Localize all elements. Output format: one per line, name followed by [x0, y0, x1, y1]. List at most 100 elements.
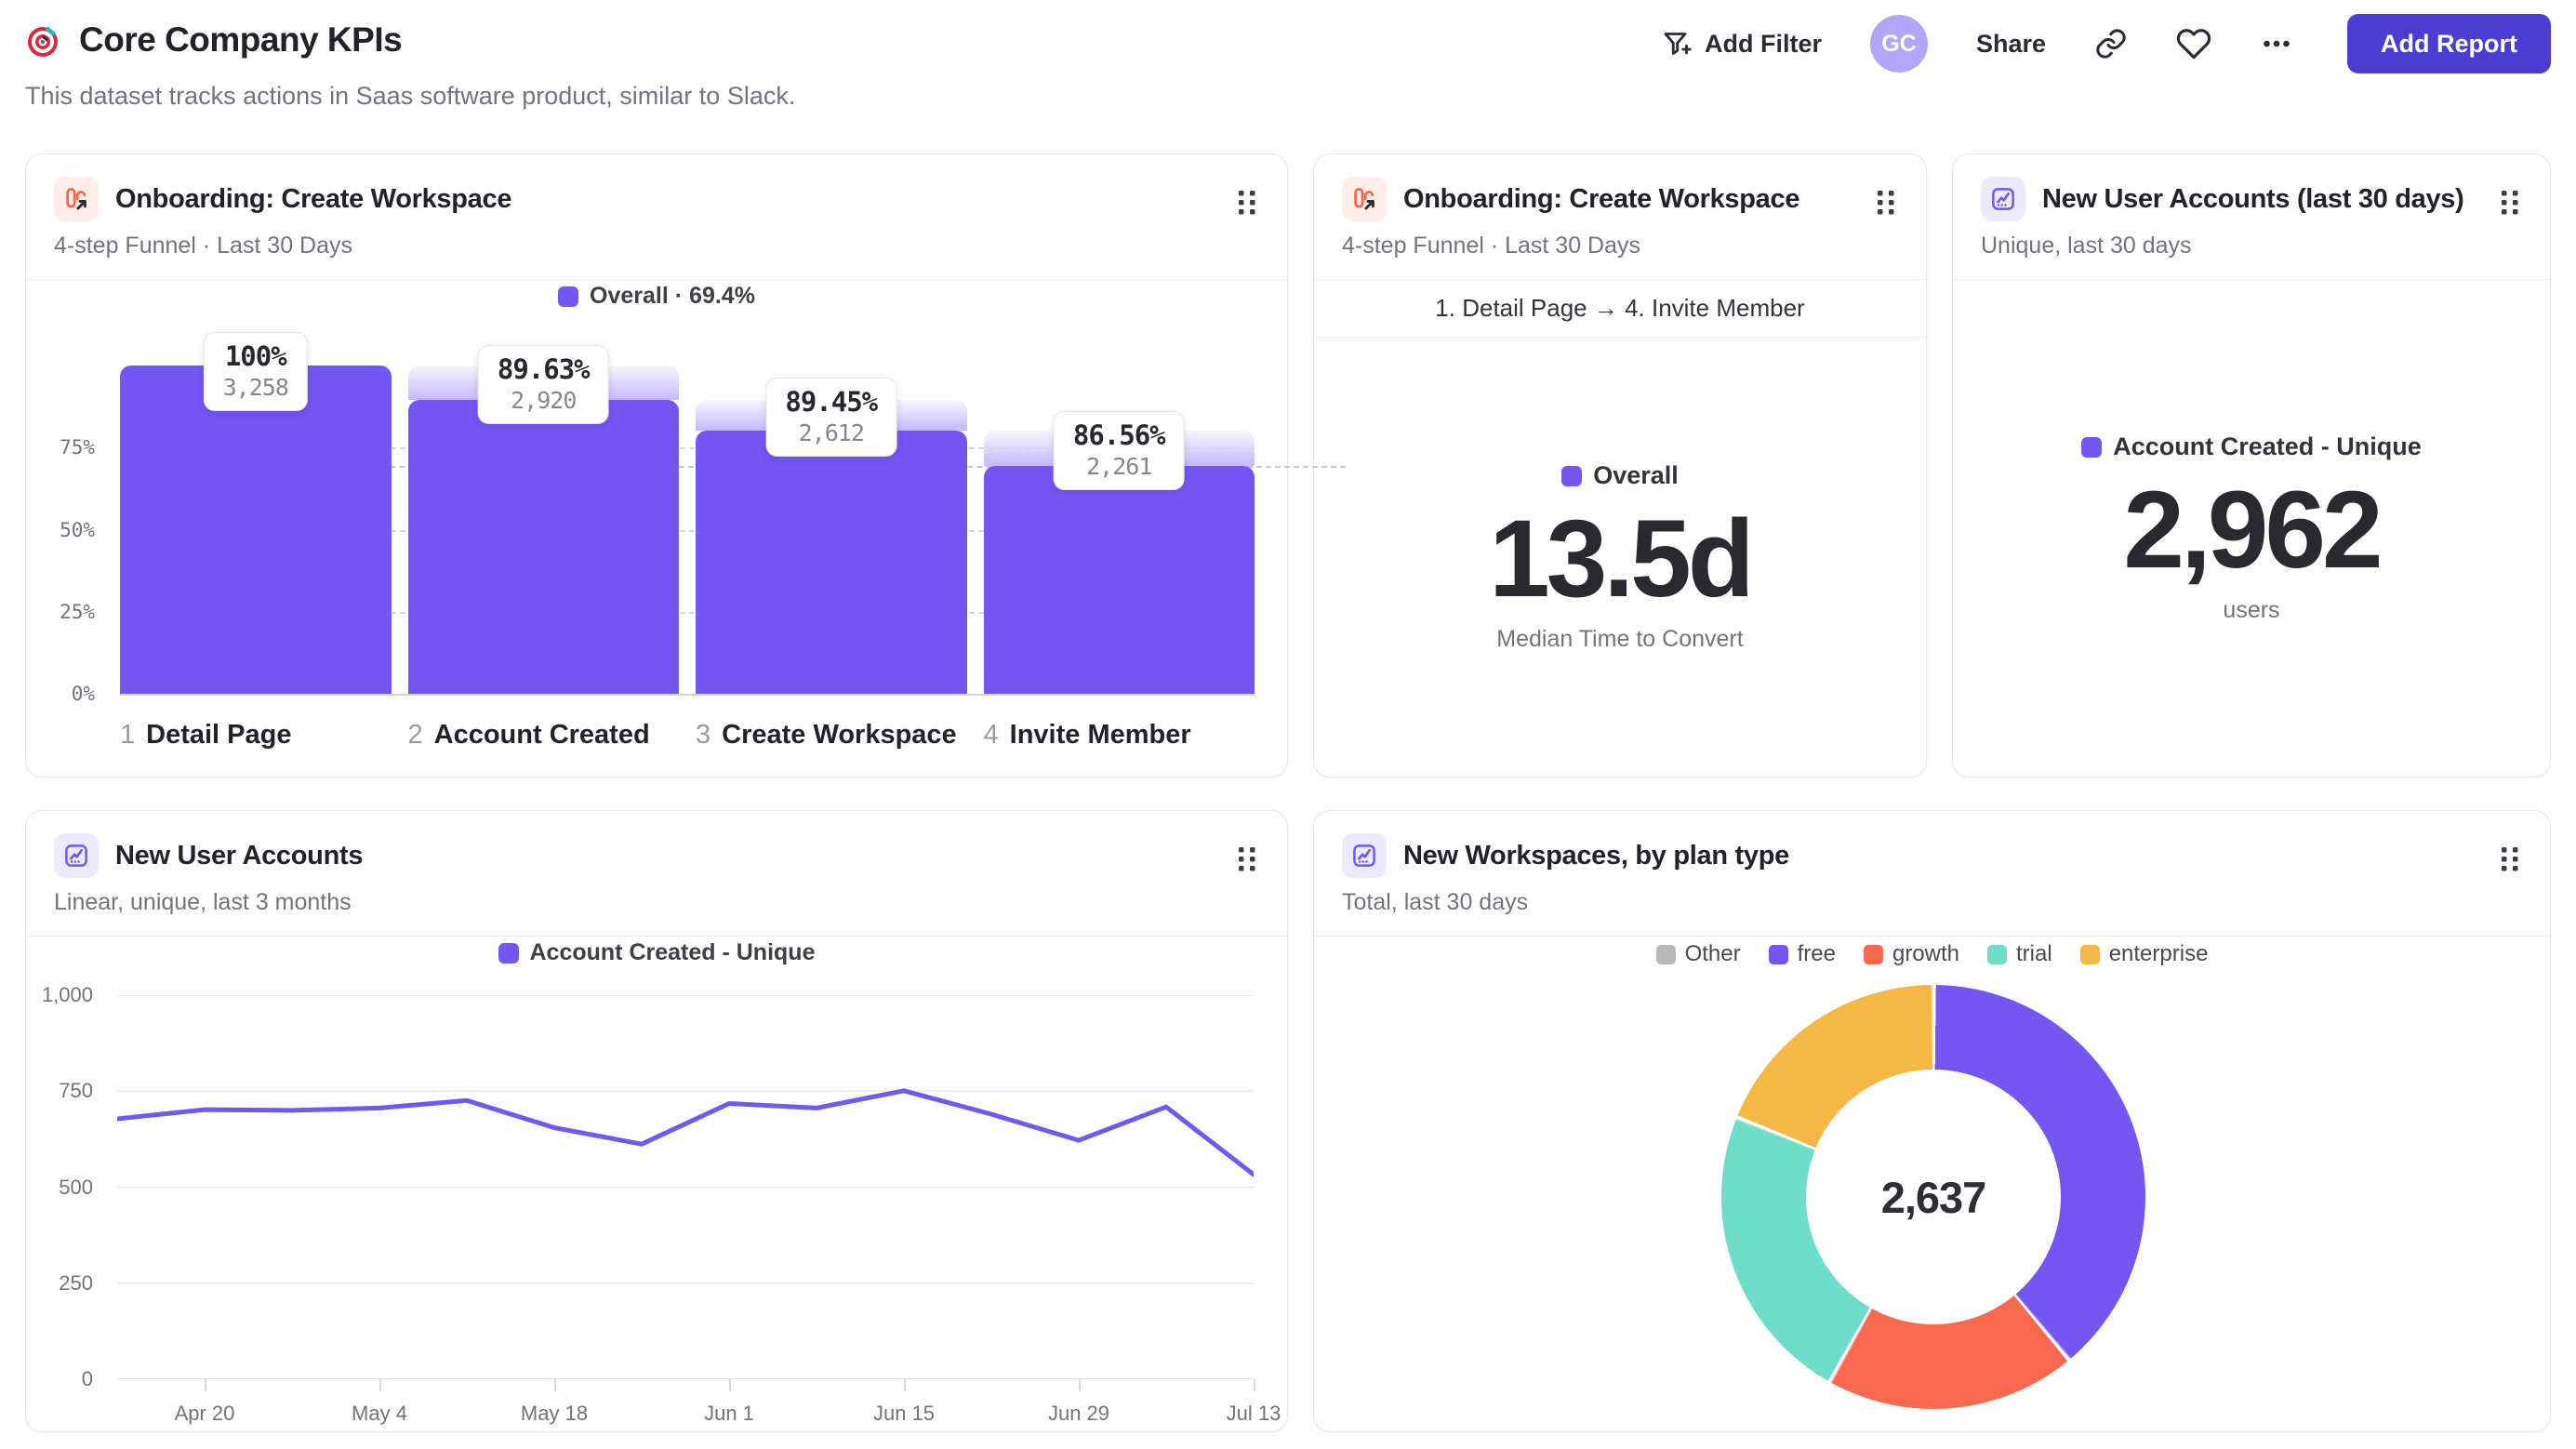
legend-swatch: [2081, 436, 2103, 458]
funnel-count-label: 3,258: [222, 374, 289, 401]
legend-label: Account Created - Unique: [2113, 432, 2422, 461]
funnel-y-tick-label: 0%: [71, 683, 95, 705]
card-new-users-trend: New User Accounts Linear, unique, last 3…: [25, 810, 1288, 1432]
metric-caption: Median Time to Convert: [1496, 625, 1744, 652]
metric-value: 13.5d: [1489, 498, 1755, 621]
donut-legend-item[interactable]: growth: [1863, 941, 1960, 967]
donut-legend-item[interactable]: enterprise: [2079, 941, 2209, 967]
funnel-plot: 100% 3,258 89.63% 2,920 89.45% 2,612 86.56% 2,2…: [120, 332, 1346, 696]
card-new-users-30d: New User Accounts (last 30 days) Unique,…: [1952, 153, 2551, 778]
legend-swatch: [498, 942, 519, 964]
metric-legend[interactable]: Account Created - Unique: [2081, 432, 2422, 461]
legend-label: Overall: [1593, 461, 1679, 490]
legend-label: Account Created - Unique: [529, 939, 816, 965]
donut-chart[interactable]: 2,637: [1721, 985, 2145, 1409]
funnel-y-axis: 75% 50% 25% 0%: [35, 366, 95, 705]
legend-swatch: [558, 286, 579, 307]
line-x-tick: [729, 1379, 731, 1391]
line-x-tick-label: Jul 13: [1226, 1402, 1281, 1425]
funnel-y-tick-label: 50%: [60, 518, 95, 541]
avatar[interactable]: GC: [1869, 15, 1928, 73]
funnel-bar[interactable]: [120, 366, 392, 694]
funnel-step-label: 1 Detail Page: [120, 720, 292, 750]
card-title: New Workspaces, by plan type: [1403, 840, 1789, 871]
line-y-tick-label: 750: [59, 1079, 93, 1103]
donut-legend-item[interactable]: trial: [1987, 941, 2052, 967]
card-title: New User Accounts: [115, 840, 364, 871]
card-subtitle: 4-step Funnel · Last 30 Days: [1342, 233, 1640, 259]
line-x-tick: [205, 1379, 206, 1391]
card-subtitle: Linear, unique, last 3 months: [54, 889, 352, 915]
donut-legend-item[interactable]: Other: [1655, 941, 1741, 967]
line-x-tick-label: May 18: [520, 1402, 589, 1425]
line-x-tick: [554, 1379, 556, 1391]
drag-handle-icon[interactable]: [1235, 186, 1261, 219]
card-subtitle: Total, last 30 days: [1342, 889, 1529, 915]
funnel-bar[interactable]: [983, 466, 1255, 694]
more-options-icon[interactable]: [2260, 27, 2293, 60]
legend-label: growth: [1892, 941, 1960, 966]
donut-total: 2,637: [1880, 1172, 1987, 1222]
target-emoji-icon: [25, 20, 64, 60]
drag-handle-icon[interactable]: [2498, 186, 2524, 219]
copy-link-icon[interactable]: [2094, 27, 2128, 60]
legend-label: enterprise: [2108, 941, 2209, 966]
legend-swatch: [1655, 944, 1676, 964]
card-subtitle: 4-step Funnel · Last 30 Days: [54, 233, 352, 259]
legend-label: free: [1797, 941, 1836, 966]
legend-label: Overall · 69.4%: [590, 283, 755, 309]
funnel-bar-tooltip: 100% 3,258: [203, 332, 308, 411]
line-plot: [114, 994, 1256, 1380]
line-y-tick-label: 250: [59, 1270, 93, 1295]
funnel-pct-label: 89.63%: [497, 353, 591, 386]
funnel-pct-label: 89.45%: [785, 386, 878, 419]
legend-swatch: [1561, 465, 1583, 486]
funnel-step-label: 2 Account Created: [407, 720, 650, 750]
metric-caption: users: [2223, 596, 2280, 623]
funnel-pct-label: 100%: [224, 340, 287, 372]
funnel-chart-icon: [54, 177, 99, 221]
line-x-tick: [379, 1379, 381, 1391]
line-legend[interactable]: Account Created - Unique: [26, 939, 1287, 966]
funnel-legend[interactable]: Overall · 69.4%: [26, 283, 1287, 310]
line-x-tick-label: May 4: [352, 1402, 407, 1425]
legend-swatch: [1768, 944, 1788, 964]
share-button[interactable]: Share: [1976, 30, 2046, 59]
line-chart-svg: [114, 994, 1256, 1380]
funnel-step-label: 4 Invite Member: [983, 720, 1191, 750]
favorite-heart-icon[interactable]: [2176, 26, 2211, 61]
funnel-bar-tooltip: 89.63% 2,920: [477, 345, 609, 425]
line-y-tick-label: 0: [81, 1367, 93, 1390]
line-x-tick: [1079, 1379, 1081, 1391]
line-x-tick: [904, 1379, 906, 1391]
line-x-tick-label: Jun 1: [704, 1402, 754, 1425]
card-title: New User Accounts (last 30 days): [2042, 183, 2464, 214]
card-workspaces-by-plan: New Workspaces, by plan type Total, last…: [1313, 810, 2551, 1432]
drag-handle-icon[interactable]: [2498, 843, 2524, 876]
line-x-tick-label: Jun 15: [872, 1402, 936, 1425]
line-y-tick-label: 1,000: [41, 983, 93, 1006]
add-report-button[interactable]: Add Report: [2347, 14, 2551, 73]
funnel-count-label: 2,612: [798, 419, 865, 447]
line-x-tick-label: Apr 20: [174, 1402, 235, 1425]
funnel-bar[interactable]: [696, 431, 967, 694]
funnel-y-tick-label: 25%: [60, 600, 95, 623]
page-title: Core Company KPIs: [79, 20, 403, 59]
donut-legend: Other free growth trial enterprise: [1314, 941, 2550, 967]
add-filter-button[interactable]: Add Filter: [1660, 27, 1822, 60]
drag-handle-icon[interactable]: [1235, 843, 1261, 876]
page-subtitle: This dataset tracks actions in Saas soft…: [25, 82, 796, 110]
drag-handle-icon[interactable]: [1874, 186, 1900, 219]
metric-legend[interactable]: Overall: [1561, 461, 1679, 490]
line-x-axis: Apr 20 May 4 May 18 Jun 1 Jun 15 Jun 29 Jul 13: [117, 1379, 1281, 1433]
funnel-range-strip: 1. Detail Page → 4. Invite Member: [1314, 280, 1926, 338]
donut-legend-item[interactable]: free: [1768, 941, 1836, 967]
funnel-y-tick-label: 75%: [60, 436, 95, 459]
card-funnel: Onboarding: Create Workspace 4-step Funn…: [25, 153, 1346, 778]
legend-label: Other: [1684, 941, 1741, 966]
dashboard-page: Core Company KPIs This dataset tracks ac…: [0, 0, 2576, 1449]
card-time-to-convert: Onboarding: Create Workspace 4-step Funn…: [1313, 153, 1927, 778]
line-x-tick-label: Jun 29: [1047, 1402, 1110, 1425]
funnel-bar[interactable]: [407, 399, 679, 694]
donut-hole: 2,637: [1806, 1070, 2061, 1324]
